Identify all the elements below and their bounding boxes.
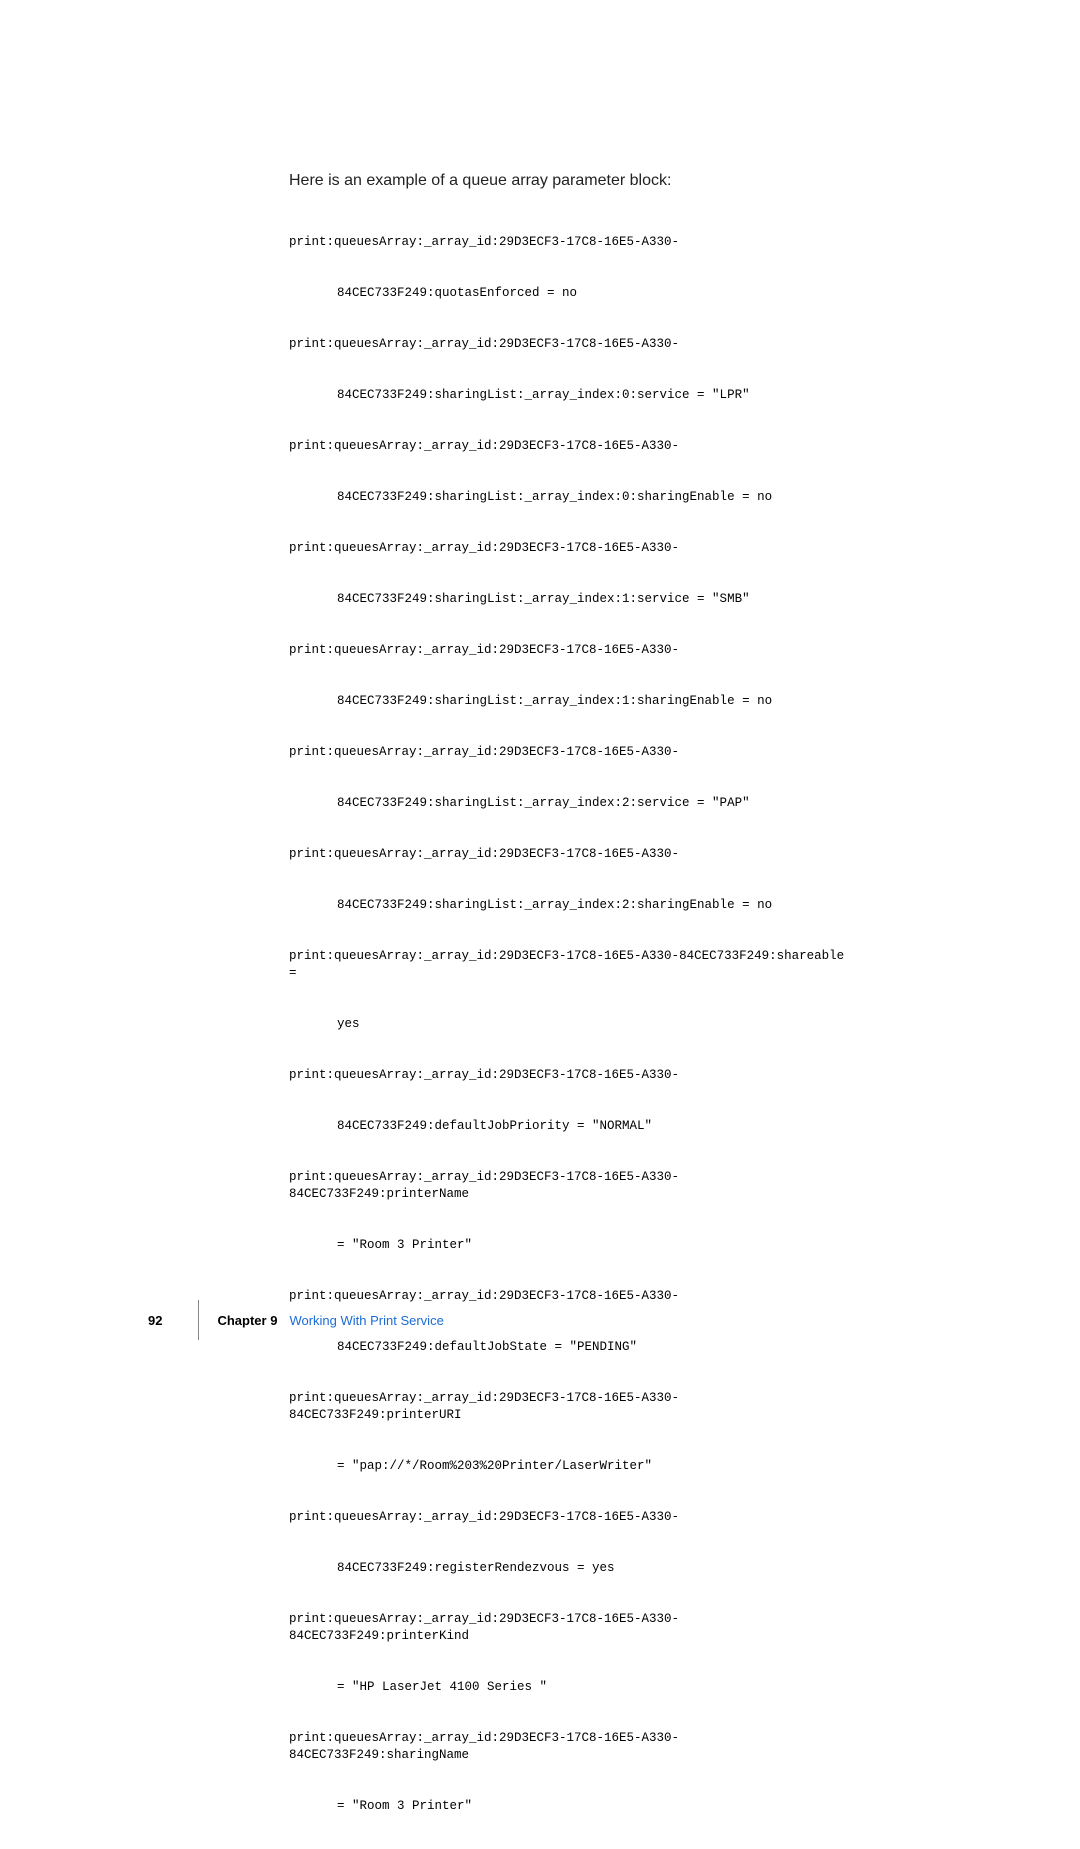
code-line: print:queuesArray:_array_id:29D3ECF3-17C… <box>289 1509 849 1526</box>
code-continuation: 84CEC733F249:sharingList:_array_index:0:… <box>289 489 849 506</box>
page: Here is an example of a queue array para… <box>0 0 1080 1397</box>
code-continuation: 84CEC733F249:sharingList:_array_index:0:… <box>289 387 849 404</box>
code-continuation: 84CEC733F249:sharingList:_array_index:2:… <box>289 795 849 812</box>
code-continuation: 84CEC733F249:defaultJobState = "PENDING" <box>289 1339 849 1356</box>
code-continuation: = "pap://*/Room%203%20Printer/LaserWrite… <box>289 1458 849 1475</box>
chapter-title: Working With Print Service <box>289 1313 443 1328</box>
code-continuation: 84CEC733F249:registerRendezvous = yes <box>289 1560 849 1577</box>
code-continuation: 84CEC733F249:sharingList:_array_index:1:… <box>289 693 849 710</box>
code-continuation: = "Room 3 Printer" <box>289 1237 849 1254</box>
code-line: print:queuesArray:_array_id:29D3ECF3-17C… <box>289 846 849 863</box>
code-continuation: yes <box>289 1016 849 1033</box>
code-line: print:queuesArray:_array_id:29D3ECF3-17C… <box>289 948 849 982</box>
code-line: print:queuesArray:_array_id:29D3ECF3-17C… <box>289 540 849 557</box>
code-line: print:queuesArray:_array_id:29D3ECF3-17C… <box>289 744 849 761</box>
code-line: print:queuesArray:_array_id:29D3ECF3-17C… <box>289 438 849 455</box>
code-continuation: 84CEC733F249:quotasEnforced = no <box>289 285 849 302</box>
code-continuation: 84CEC733F249:sharingList:_array_index:1:… <box>289 591 849 608</box>
code-continuation: = "Room 3 Printer" <box>289 1798 849 1815</box>
code-line: print:queuesArray:_array_id:29D3ECF3-17C… <box>289 1169 849 1203</box>
page-footer: 92 Chapter 9 Working With Print Service <box>148 1300 444 1340</box>
code-continuation: 84CEC733F249:sharingList:_array_index:2:… <box>289 897 849 914</box>
code-continuation: = "HP LaserJet 4100 Series " <box>289 1679 849 1696</box>
page-number: 92 <box>148 1313 198 1328</box>
code-line: print:queuesArray:_array_id:29D3ECF3-17C… <box>289 1067 849 1084</box>
code-line: print:queuesArray:_array_id:29D3ECF3-17C… <box>289 234 849 251</box>
code-line: print:queuesArray:_array_id:29D3ECF3-17C… <box>289 1730 849 1764</box>
code-line: print:queuesArray:_array_id:29D3ECF3-17C… <box>289 1390 849 1424</box>
code-line: print:queuesArray:_array_id:29D3ECF3-17C… <box>289 642 849 659</box>
footer-divider <box>198 1300 199 1340</box>
chapter-label: Chapter 9 <box>217 1313 277 1328</box>
code-line: print:queuesArray:_array_id:29D3ECF3-17C… <box>289 336 849 353</box>
intro-text: Here is an example of a queue array para… <box>289 172 671 190</box>
code-block: print:queuesArray:_array_id:29D3ECF3-17C… <box>289 200 849 1849</box>
code-continuation: 84CEC733F249:defaultJobPriority = "NORMA… <box>289 1118 849 1135</box>
code-line: print:queuesArray:_array_id:29D3ECF3-17C… <box>289 1611 849 1645</box>
